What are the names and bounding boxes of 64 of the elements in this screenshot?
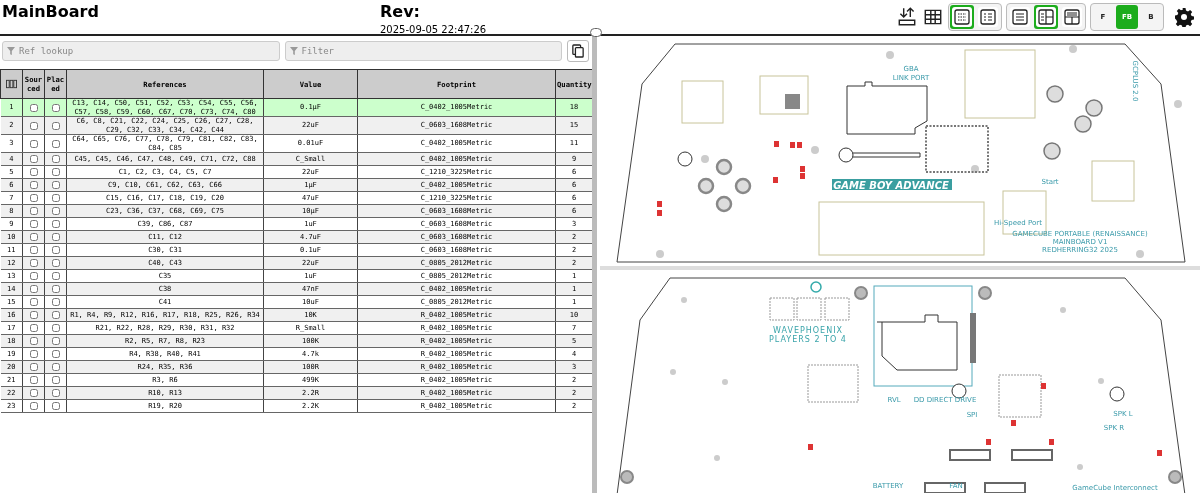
logo-text: GAME BOY ADVANCE xyxy=(833,180,949,191)
silkscreen-label: WAVEPHOENIX xyxy=(773,326,843,335)
checkbox[interactable] xyxy=(51,389,60,397)
checkbox[interactable] xyxy=(51,168,60,176)
columns-icon[interactable] xyxy=(6,79,17,89)
copy-button[interactable] xyxy=(567,40,589,62)
checkbox[interactable] xyxy=(51,337,60,345)
checkbox[interactable] xyxy=(51,259,60,267)
checkbox[interactable] xyxy=(51,324,60,332)
copy-icon xyxy=(572,44,584,58)
checkbox[interactable] xyxy=(51,246,60,254)
checkbox[interactable] xyxy=(51,220,60,228)
filter-icon xyxy=(7,47,15,55)
checkbox[interactable] xyxy=(29,272,38,280)
resize-handle[interactable] xyxy=(590,28,602,37)
checkbox[interactable] xyxy=(29,103,38,112)
checkbox[interactable] xyxy=(51,207,60,215)
checkbox[interactable] xyxy=(51,121,60,130)
checkbox[interactable] xyxy=(29,285,38,293)
checkbox[interactable] xyxy=(51,181,60,189)
upload-icon[interactable] xyxy=(896,6,918,28)
checkbox[interactable] xyxy=(51,194,60,202)
checkbox[interactable] xyxy=(29,155,38,163)
ref-lookup-field[interactable]: Ref lookup xyxy=(2,41,280,61)
checkbox[interactable] xyxy=(51,363,60,371)
checkbox[interactable] xyxy=(51,376,60,384)
checkbox[interactable] xyxy=(51,350,60,358)
checkbox[interactable] xyxy=(29,337,38,345)
checkbox[interactable] xyxy=(51,272,60,280)
checkbox[interactable] xyxy=(29,139,38,148)
checkbox[interactable] xyxy=(29,121,38,130)
checkbox[interactable] xyxy=(29,389,38,397)
pcb-board-drawing[interactable] xyxy=(616,277,1186,493)
board-title: MainBoard xyxy=(1,1,100,21)
filter-field[interactable]: Filter xyxy=(284,41,562,61)
checkbox[interactable] xyxy=(29,376,38,384)
checkbox[interactable] xyxy=(51,233,60,241)
silkscreen-label: PLAYERS 2 TO 4 xyxy=(769,335,847,344)
checkbox[interactable] xyxy=(29,181,38,189)
checkbox[interactable] xyxy=(51,311,60,319)
checkbox[interactable] xyxy=(51,402,60,410)
checkbox[interactable] xyxy=(29,246,38,254)
checkbox[interactable] xyxy=(29,220,38,228)
checkbox[interactable] xyxy=(51,155,60,163)
checkbox[interactable] xyxy=(29,233,38,241)
pcb-board-drawing[interactable] xyxy=(616,43,1186,263)
checkbox[interactable] xyxy=(29,402,38,410)
checkbox[interactable] xyxy=(29,324,38,332)
checkbox[interactable] xyxy=(29,194,38,202)
checkbox[interactable] xyxy=(51,139,60,148)
checkbox[interactable] xyxy=(51,285,60,293)
revision-date: 2025-09-05 22:47:26 xyxy=(380,24,487,35)
checkbox[interactable] xyxy=(29,311,38,319)
checkbox[interactable] xyxy=(29,259,38,267)
checkbox[interactable] xyxy=(51,103,60,112)
settings-icon[interactable] xyxy=(1174,7,1194,27)
checkbox[interactable] xyxy=(29,207,38,215)
revision-label: Rev: xyxy=(380,1,421,21)
checkbox[interactable] xyxy=(29,363,38,371)
filter-icon xyxy=(289,47,298,55)
checkbox[interactable] xyxy=(29,350,38,358)
checkbox[interactable] xyxy=(51,298,60,306)
checkbox[interactable] xyxy=(29,298,38,306)
checkbox[interactable] xyxy=(29,168,38,176)
